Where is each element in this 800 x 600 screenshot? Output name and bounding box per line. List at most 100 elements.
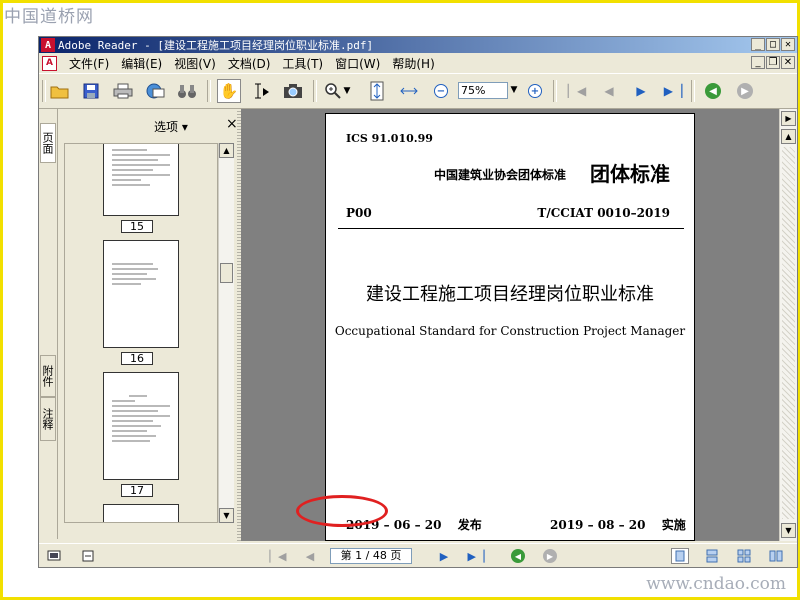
category-code: P00: [346, 206, 372, 220]
scroll-down-button[interactable]: ▼: [781, 523, 796, 538]
status-forward-icon[interactable]: ▶: [541, 548, 559, 564]
fit-width-icon[interactable]: [397, 79, 421, 103]
thumbnail-scrollbar[interactable]: ▲ ▼: [218, 143, 234, 523]
thumbnail-label: 17: [121, 484, 153, 497]
issue-label: 发布: [457, 518, 482, 532]
zoom-dropdown-arrow-icon[interactable]: ▼: [341, 79, 353, 103]
tab-attachments[interactable]: 附件: [40, 355, 56, 397]
thumbnail-page-15[interactable]: [103, 144, 179, 216]
document-scrollbar[interactable]: ▶ ▲ ▼: [779, 109, 797, 541]
status-first-page-icon[interactable]: ▏◀: [269, 548, 287, 564]
status-back-icon[interactable]: ◀: [509, 548, 527, 564]
window-title: Adobe Reader - [建设工程施工项目经理岗位职业标准.pdf]: [58, 39, 374, 52]
prev-page-icon[interactable]: ◀: [597, 79, 621, 103]
reader-window: A Adobe Reader - [建设工程施工项目经理岗位职业标准.pdf] …: [38, 36, 798, 568]
status-prev-page-icon[interactable]: ◀: [301, 548, 319, 564]
search-binoculars-icon[interactable]: [175, 79, 199, 103]
thumbnail-page-18[interactable]: [103, 504, 179, 522]
select-text-icon[interactable]: [249, 79, 273, 103]
zoom-level-dropdown-icon[interactable]: ▼: [508, 82, 520, 99]
toolbar-grip: [42, 80, 46, 102]
standard-type: 团体标准: [590, 162, 670, 186]
navigation-tabs: 页面 附件 注释: [39, 109, 57, 543]
menu-help[interactable]: 帮助(H): [386, 55, 440, 72]
watermark-top: 中国道桥网: [4, 7, 94, 27]
toolbar: ✋ ▼ − 75% ▼ + ▏◀ ◀ ▶ ▶▕ ◀ ▶: [39, 73, 797, 109]
page-size-icon[interactable]: [79, 548, 97, 564]
next-page-icon[interactable]: ▶: [629, 79, 653, 103]
open-folder-icon[interactable]: [48, 79, 72, 103]
ics-code: ICS 91.010.99: [346, 132, 433, 145]
snapshot-icon[interactable]: [281, 79, 305, 103]
scroll-up-button[interactable]: ▲: [219, 143, 234, 158]
scroll-down-button[interactable]: ▼: [219, 508, 234, 523]
highlight-annotation-ellipse: [296, 495, 388, 527]
last-page-icon[interactable]: ▶▕: [661, 79, 685, 103]
tab-pages[interactable]: 页面: [40, 123, 56, 163]
scroll-right-tab-button[interactable]: ▶: [781, 111, 796, 126]
page-display-icon[interactable]: [45, 548, 63, 564]
status-bar: ▏◀ ◀ 第 1 / 48 页 ▶ ▶▕ ◀ ▶: [39, 543, 797, 567]
watermark-bottom: www.cndao.com: [646, 574, 786, 594]
minimize-button[interactable]: _: [751, 38, 765, 51]
toolbar-separator: [691, 80, 695, 102]
save-icon[interactable]: [79, 79, 103, 103]
page-number-field[interactable]: 第 1 / 48 页: [330, 548, 412, 564]
toolbar-separator: [313, 80, 317, 102]
thumbnail-list[interactable]: 15 16 17: [64, 143, 218, 523]
scroll-up-button[interactable]: ▲: [781, 129, 796, 144]
print-icon[interactable]: [111, 79, 135, 103]
options-menu-button[interactable]: 选项 ▾: [154, 118, 188, 135]
menu-window[interactable]: 窗口(W): [329, 55, 386, 72]
zoom-level-input[interactable]: 75%: [458, 82, 508, 99]
title-bar: A Adobe Reader - [建设工程施工项目经理岗位职业标准.pdf] …: [39, 37, 797, 53]
menu-view[interactable]: 视图(V): [168, 55, 222, 72]
doc-restore-button[interactable]: ❐: [766, 56, 780, 69]
facing-layout-icon[interactable]: [735, 548, 753, 564]
pdf-page: ICS 91.010.99 中国建筑业协会团体标准 团体标准 P00 T/CCI…: [325, 113, 695, 541]
fit-height-icon[interactable]: [365, 79, 389, 103]
forward-icon[interactable]: ▶: [733, 79, 757, 103]
single-page-layout-icon[interactable]: [671, 548, 689, 564]
doc-close-button[interactable]: ✕: [781, 56, 795, 69]
status-next-page-icon[interactable]: ▶: [435, 548, 453, 564]
status-last-page-icon[interactable]: ▶▕: [467, 548, 485, 564]
close-button[interactable]: ✕: [781, 38, 795, 51]
implementation-date: 2019 – 08 – 20: [550, 518, 646, 532]
scrollbar-thumb[interactable]: [220, 263, 233, 283]
header-rule: [338, 228, 684, 229]
menu-document[interactable]: 文档(D): [222, 55, 277, 72]
continuous-layout-icon[interactable]: [703, 548, 721, 564]
thumbnail-label: 16: [121, 352, 153, 365]
standard-number: T/CCIAT 0010–2019: [537, 206, 670, 220]
scrollbar-track[interactable]: [782, 147, 795, 519]
document-view[interactable]: ICS 91.010.99 中国建筑业协会团体标准 团体标准 P00 T/CCI…: [241, 109, 779, 541]
hand-tool-icon[interactable]: ✋: [217, 79, 241, 103]
implementation-label: 实施: [661, 518, 686, 532]
menu-file[interactable]: 文件(F): [63, 55, 115, 72]
standard-title-chinese: 建设工程施工项目经理岗位职业标准: [366, 284, 654, 305]
pages-panel: 选项 ▾ × 15 16 17 ▲ ▼: [57, 109, 238, 539]
menu-bar: A 文件(F) 编辑(E) 视图(V) 文档(D) 工具(T) 窗口(W) 帮助…: [39, 54, 797, 72]
thumbnail-label: 15: [121, 220, 153, 233]
continuous-facing-layout-icon[interactable]: [767, 548, 785, 564]
menu-tools[interactable]: 工具(T): [276, 55, 329, 72]
doc-minimize-button[interactable]: _: [751, 56, 765, 69]
zoom-in-plus-icon[interactable]: +: [523, 79, 547, 103]
maximize-button[interactable]: □: [766, 38, 780, 51]
back-icon[interactable]: ◀: [701, 79, 725, 103]
implementation-date-line: 2019 – 08 – 20 实施: [550, 516, 686, 533]
toolbar-separator: [207, 80, 211, 102]
tab-comments[interactable]: 注释: [40, 397, 56, 441]
menu-edit[interactable]: 编辑(E): [115, 55, 168, 72]
window-controls: _ □ ✕: [751, 38, 795, 51]
association-name: 中国建筑业协会团体标准: [434, 168, 567, 182]
thumbnail-page-17[interactable]: [103, 372, 179, 480]
email-icon[interactable]: [143, 79, 167, 103]
pdf-document-icon[interactable]: A: [42, 55, 57, 71]
thumbnail-page-16[interactable]: [103, 240, 179, 348]
close-panel-icon[interactable]: ×: [226, 116, 238, 132]
zoom-out-icon[interactable]: −: [429, 79, 453, 103]
first-page-icon[interactable]: ▏◀: [565, 79, 589, 103]
pages-panel-header: 选项 ▾ ×: [58, 109, 238, 139]
